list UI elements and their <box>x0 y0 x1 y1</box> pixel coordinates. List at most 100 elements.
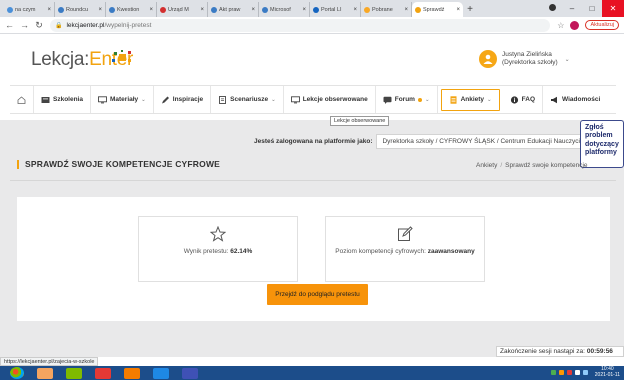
platform-role-bar: Jesteś zalogowana na platformie jako: Dy… <box>254 134 601 149</box>
close-tab-icon[interactable]: × <box>353 7 357 13</box>
url-path: /wypelnij-pretest <box>104 21 152 29</box>
tab-favicon-icon <box>415 6 421 13</box>
close-tab-icon[interactable]: × <box>47 7 51 13</box>
nav-label: Forum <box>394 96 415 103</box>
taskbar-app-icon[interactable] <box>37 367 53 379</box>
tab-title: Kwestion <box>117 6 140 13</box>
session-time: 00:59:56 <box>586 348 613 355</box>
browser-tab[interactable]: Portal LI × <box>310 2 361 17</box>
document-icon <box>219 95 227 104</box>
nav-inspiracje[interactable]: Inspiracje <box>154 86 212 113</box>
reload-icon[interactable]: ↻ <box>35 20 43 31</box>
minimize-button[interactable]: – <box>562 4 582 13</box>
close-tab-icon[interactable]: × <box>149 7 153 13</box>
new-tab-button[interactable]: + <box>463 2 477 17</box>
taskbar-app-icon[interactable] <box>124 367 140 379</box>
platform-role-select[interactable]: Dyrektorka szkoły / CYFROWY ŚLĄSK / Cent… <box>376 134 601 149</box>
maximize-button[interactable]: □ <box>582 4 602 13</box>
nav-szkolenia[interactable]: Szkolenia <box>34 86 91 113</box>
browser-tab[interactable]: Roundcu × <box>55 2 106 17</box>
close-tab-icon[interactable]: × <box>404 7 408 13</box>
nav-lekcje-obserwowane[interactable]: Lekcje obserwowane <box>284 86 376 113</box>
info-icon <box>510 95 518 104</box>
nav-faq[interactable]: FAQ <box>503 86 544 113</box>
close-tab-icon[interactable]: × <box>251 7 255 13</box>
clock-date: 2021-01-11 <box>594 371 620 378</box>
star-icon <box>210 226 226 242</box>
close-tab-icon[interactable]: × <box>456 7 460 13</box>
nav-materialy[interactable]: Materiały ⌄ <box>91 86 154 113</box>
tab-favicon-icon <box>58 6 64 13</box>
nav-label: Materiały <box>109 96 139 103</box>
taskbar-app-icon[interactable] <box>153 367 169 379</box>
training-icon <box>41 96 50 103</box>
forward-icon[interactable]: → <box>20 20 29 30</box>
pencil-icon <box>161 96 169 103</box>
level-value: zaawansowany <box>427 248 475 255</box>
url-domain: lekcjaenter.pl <box>66 21 105 29</box>
browser-tab[interactable]: Urząd M × <box>157 2 208 17</box>
browser-tab-strip: na czym × Roundcu × Kwestion × Urząd M × Akt pra… <box>0 0 624 17</box>
nav-home[interactable] <box>10 86 34 113</box>
platform-role-label: Jesteś zalogowana na platformie jako: <box>254 138 373 145</box>
record-icon[interactable] <box>542 4 562 13</box>
close-tab-icon[interactable]: × <box>302 7 306 13</box>
browser-tab[interactable]: Kwestion × <box>106 2 157 17</box>
tab-favicon-icon <box>262 6 268 13</box>
taskbar-app-icon[interactable] <box>95 367 111 379</box>
close-tab-icon[interactable]: × <box>200 7 204 13</box>
monitor-icon <box>98 95 107 103</box>
bookmark-star-icon[interactable]: ☆ <box>557 21 564 30</box>
network-icon[interactable] <box>582 370 588 375</box>
url-input[interactable]: 🔒 lekcjaenter.pl/wypelnij-pretest <box>50 18 551 32</box>
view-pretest-button[interactable]: Przejdź do podglądu pretestu <box>267 284 368 305</box>
browser-tab[interactable]: Microsof × <box>259 2 310 17</box>
tray-app-icon[interactable] <box>574 370 580 375</box>
tray-app-icon[interactable] <box>566 370 572 375</box>
level-label: Poziom kompetencji cyfrowych: <box>335 248 426 255</box>
browser-tab[interactable]: Pobrane × <box>361 2 412 17</box>
session-timer: Zakończenie sesji nastąpi za: 00:59:56 <box>496 346 624 357</box>
tab-title: Roundcu <box>66 6 89 13</box>
nav-wiadomosci[interactable]: Wiadomości <box>543 86 607 113</box>
user-role: (Dyrektorka szkoły) <box>502 59 558 66</box>
browser-tab[interactable]: Akt praw × <box>208 2 259 17</box>
tab-title: Microsof <box>270 6 291 13</box>
tray-app-icon[interactable] <box>550 370 556 375</box>
nav-scenariusze[interactable]: Scenariusze ⌄ <box>211 86 284 113</box>
report-problem-button[interactable]: Zgłoś problem dotyczący platformy <box>580 120 624 168</box>
update-button[interactable]: Aktualizuj <box>585 20 619 30</box>
close-tab-icon[interactable]: × <box>98 7 102 13</box>
system-clock[interactable]: 10:40 2021-01-11 <box>594 366 620 378</box>
score-label: Wynik pretestu: <box>183 248 229 255</box>
address-bar: ← → ↻ 🔒 lekcjaenter.pl/wypelnij-pretest … <box>0 17 624 34</box>
breadcrumb-current: Sprawdź swoje kompetencje <box>505 162 588 169</box>
nav-ankiety[interactable]: Ankiety ⌄ <box>440 88 500 111</box>
nav-label: Wiadomości <box>562 96 601 103</box>
user-menu[interactable]: Justyna Zielińska (Dyrektorka szkoły) ⌄ <box>479 50 570 68</box>
logo-text: Lekcja: <box>31 49 90 70</box>
edit-icon <box>398 226 413 241</box>
close-window-button[interactable]: ✕ <box>602 0 624 17</box>
profile-avatar[interactable] <box>570 20 580 30</box>
chevron-down-icon: ⌄ <box>271 96 276 103</box>
back-icon[interactable]: ← <box>5 20 14 30</box>
tray-app-icon[interactable] <box>558 370 564 375</box>
divider <box>10 180 616 181</box>
tab-title: Sprawdź <box>423 6 445 13</box>
nav-forum[interactable]: Forum ⌄ <box>376 86 438 113</box>
status-bar-url: https://lekcjaenter.pl/zajecia-w-szkole <box>0 357 99 366</box>
taskbar-app-icon[interactable] <box>182 367 198 379</box>
taskbar-app-icon[interactable] <box>66 367 82 379</box>
tab-favicon-icon <box>364 6 370 13</box>
survey-icon <box>450 95 457 104</box>
breadcrumb-item[interactable]: Ankiety <box>476 162 497 169</box>
tab-favicon-icon <box>160 6 166 13</box>
browser-tab[interactable]: na czym × <box>4 2 55 17</box>
home-icon <box>17 95 26 104</box>
start-button[interactable] <box>10 367 24 379</box>
nav-label: FAQ <box>521 96 536 103</box>
browser-tab[interactable]: Sprawdź × <box>412 2 463 17</box>
window-controls: – □ ✕ <box>542 0 624 17</box>
monitor-icon <box>290 95 300 103</box>
